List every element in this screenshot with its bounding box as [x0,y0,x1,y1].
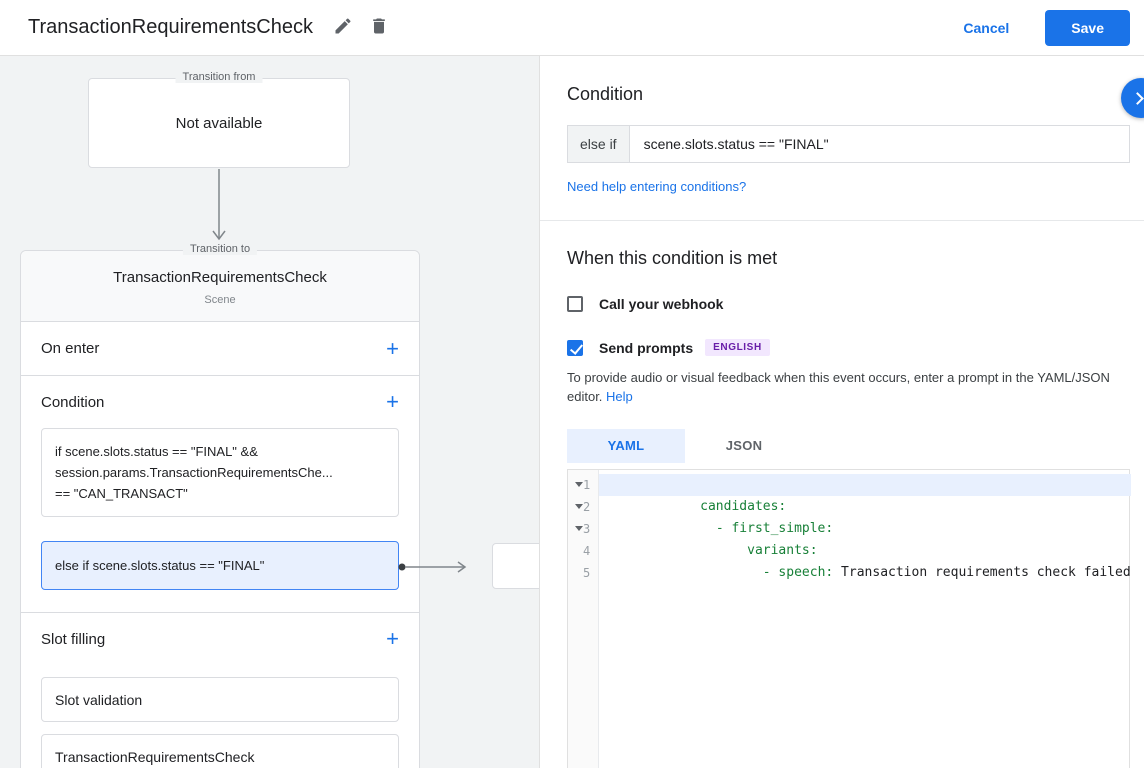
gutter-row: 1 [568,474,598,496]
header-actions: Cancel Save [957,10,1130,46]
tab-yaml[interactable]: YAML [567,429,685,463]
fold-arrow-icon[interactable] [575,504,583,509]
add-slot-icon[interactable]: + [386,628,399,650]
condition-section: Condition + if scene.slots.status == "FI… [21,376,419,613]
transition-to-label: Transition to [183,243,257,255]
scene-editor-app: TransactionRequirementsCheck Cancel Save… [0,0,1144,768]
delete-scene-button[interactable] [361,10,397,46]
editor-tabs: YAML JSON [567,429,1130,463]
condition-line: session.params.TransactionRequirementsCh… [55,462,385,483]
line-number: 3 [583,522,590,536]
main-content: Transition from Not available Transition… [0,56,1144,768]
send-prompts-label: Send prompts [599,340,693,356]
slot-filling-head: Slot filling + [41,613,399,665]
help-link[interactable]: Help [606,389,633,404]
fold-arrow-icon[interactable] [575,482,583,487]
panel-title: Condition [567,84,1130,105]
editor-code-area[interactable]: candidates: - first_simple: variants: - … [599,470,1130,768]
send-prompts-checkbox[interactable] [567,340,583,356]
add-condition-icon[interactable]: + [386,391,399,413]
header-bar: TransactionRequirementsCheck Cancel Save [0,0,1144,56]
yaml-editor[interactable]: 1 2 3 4 5 [567,469,1130,768]
yaml-indent [700,565,763,580]
scene-card-header[interactable]: TransactionRequirementsCheck Scene [21,251,419,322]
cancel-button[interactable]: Cancel [957,19,1015,37]
transition-from-value: Not available [176,115,263,132]
condition-line: == "CAN_TRANSACT" [55,483,385,504]
gutter-row: 2 [568,496,598,518]
fold-arrow-icon[interactable] [575,526,583,531]
page-title: TransactionRequirementsCheck [28,16,313,39]
condition-editor-row: else if scene.slots.status == "FINAL" [567,125,1130,163]
conditions-help-link[interactable]: Need help entering conditions? [567,179,746,194]
edit-title-button[interactable] [325,10,361,46]
slot-item[interactable]: Slot validation [41,677,399,722]
trash-icon [369,16,389,39]
condition-selected-text: else if scene.slots.status == "FINAL" [55,558,264,573]
prompts-description: To provide audio or visual feedback when… [567,369,1127,407]
scene-type: Scene [21,294,419,306]
condition-line: if scene.slots.status == "FINAL" && [55,441,385,462]
connector-arrow-icon [398,559,476,573]
condition-section-label: Condition [41,394,104,411]
webhook-row: Call your webhook [567,296,1130,312]
flow-arrow-down-icon [212,169,226,252]
line-number: 1 [583,478,590,492]
scene-name: TransactionRequirementsCheck [21,269,419,286]
flow-canvas[interactable]: Transition from Not available Transition… [0,56,540,768]
when-condition-met-heading: When this condition is met [567,248,1130,269]
description-text: To provide audio or visual feedback when… [567,370,1110,404]
on-enter-row[interactable]: On enter + [21,322,419,376]
gutter-row: 3 [568,518,598,540]
condition-item-selected[interactable]: else if scene.slots.status == "FINAL" [41,541,399,590]
panel-divider [540,220,1144,221]
add-on-enter-icon[interactable]: + [386,338,399,360]
tab-json[interactable]: JSON [685,429,803,463]
webhook-label: Call your webhook [599,296,723,312]
condition-item-first[interactable]: if scene.slots.status == "FINAL" && sess… [41,428,399,517]
line-number: 5 [583,566,590,580]
yaml-key: - speech: [763,565,833,580]
slot-item-label: TransactionRequirementsCheck [55,749,254,765]
gutter-row: 4 [568,540,598,562]
yaml-indent [700,543,747,558]
editor-gutter: 1 2 3 4 5 [568,470,599,768]
transition-from-node[interactable]: Transition from Not available [88,78,350,168]
transition-from-label: Transition from [176,71,263,83]
condition-prefix-label: else if [567,125,630,163]
yaml-key: variants: [747,543,817,558]
on-enter-label: On enter [41,340,99,357]
condition-section-head: Condition + [41,376,399,428]
save-button[interactable]: Save [1045,10,1130,46]
pencil-icon [333,16,353,39]
slot-item-label: Slot validation [55,692,142,708]
yaml-key: - first_simple: [716,521,833,536]
condition-value-input[interactable]: scene.slots.status == "FINAL" [630,125,1130,163]
condition-detail-panel: Condition else if scene.slots.status == … [540,56,1144,768]
chevron-right-icon [1131,92,1144,105]
yaml-key: candidates: [700,499,786,514]
webhook-checkbox[interactable] [567,296,583,312]
yaml-indent [700,521,716,536]
line-number: 2 [583,500,590,514]
scene-card: Transition to TransactionRequirementsChe… [20,250,420,768]
language-badge: ENGLISH [705,339,770,356]
linked-scene-node[interactable] [492,543,540,589]
line-number: 4 [583,544,590,558]
yaml-value: Transaction requirements check failed [833,565,1130,580]
send-prompts-row: Send prompts ENGLISH [567,339,1130,356]
gutter-row: 5 [568,562,598,584]
code-line[interactable]: candidates: [599,474,1130,496]
slot-item[interactable]: TransactionRequirementsCheck [41,734,399,768]
slot-filling-section: Slot filling + Slot validation Transacti… [21,613,419,768]
slot-filling-label: Slot filling [41,631,105,648]
